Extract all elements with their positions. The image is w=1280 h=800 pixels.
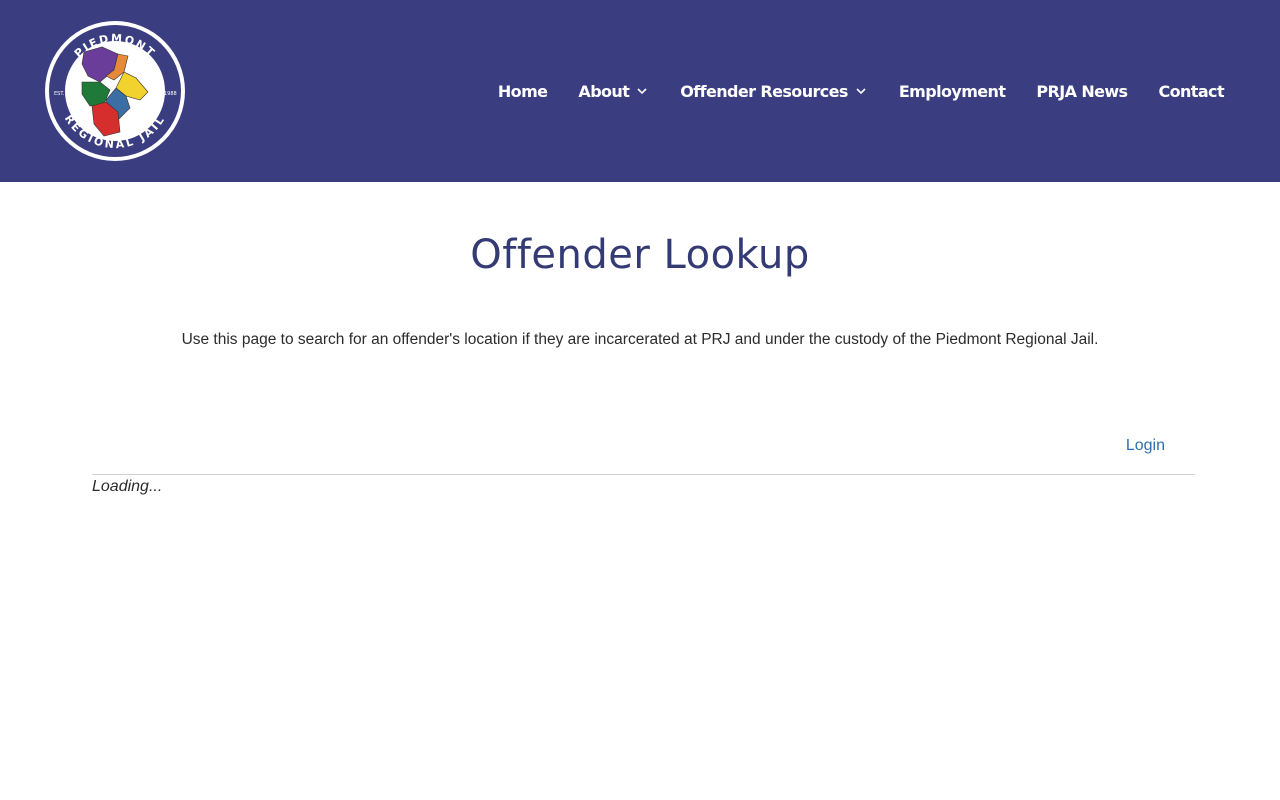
intro-text: Use this page to search for an offender'… xyxy=(181,331,1099,348)
nav-prja-news[interactable]: PRJA News xyxy=(1036,81,1128,101)
nav-home-label: Home xyxy=(497,81,548,101)
main-nav: Home About Offender Resources Employment… xyxy=(467,0,1225,182)
nav-home[interactable]: Home xyxy=(498,82,548,101)
piedmont-regional-jail-logo[interactable]: PIEDMONT REGIONAL JAIL EST. 1988 xyxy=(44,20,186,162)
svg-text:1988: 1988 xyxy=(164,91,177,97)
chevron-down-icon xyxy=(637,88,647,95)
nav-employment-label: Employment xyxy=(898,81,1006,101)
login-link[interactable]: Login xyxy=(1126,437,1165,455)
nav-about[interactable]: About xyxy=(578,82,649,101)
content-divider xyxy=(92,474,1195,475)
nav-about-label: About xyxy=(578,81,630,101)
chevron-down-icon xyxy=(856,88,866,95)
nav-contact-label: Contact xyxy=(1158,81,1224,101)
site-header: PIEDMONT REGIONAL JAIL EST. 1988 Home Ab… xyxy=(0,0,1280,182)
page-title: Offender Lookup xyxy=(470,232,810,278)
nav-contact[interactable]: Contact xyxy=(1158,82,1224,101)
nav-offender-resources-label: Offender Resources xyxy=(680,81,848,101)
nav-offender-resources[interactable]: Offender Resources xyxy=(680,82,868,101)
nav-prja-news-label: PRJA News xyxy=(1036,81,1128,101)
loading-indicator: Loading... xyxy=(92,478,163,495)
nav-employment[interactable]: Employment xyxy=(899,82,1006,101)
svg-text:EST.: EST. xyxy=(54,91,65,97)
